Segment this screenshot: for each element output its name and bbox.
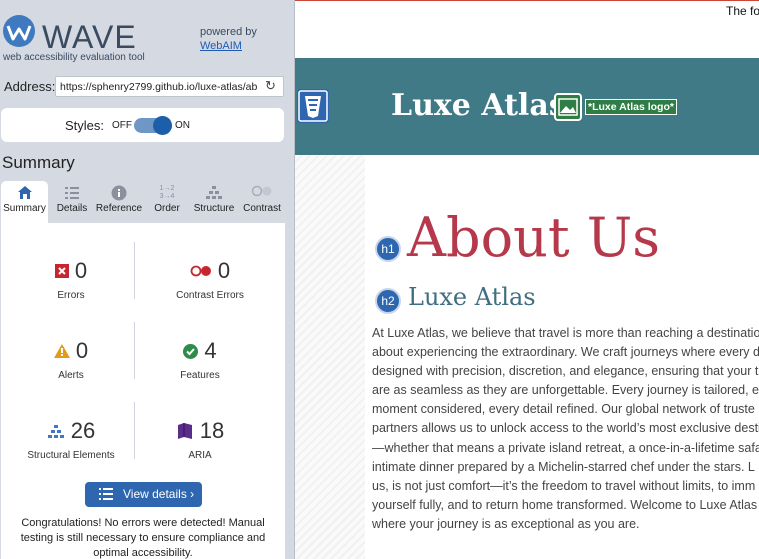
styles-on-label: ON <box>175 120 190 131</box>
alerts-label: Alerts <box>58 370 84 381</box>
paragraph-line: us, is not just comfort—it’s the freedom… <box>372 478 756 493</box>
wave-subtitle: web accessibility evaluation tool <box>3 52 145 63</box>
paragraph-line: yourself fully, and to return home trans… <box>372 497 758 512</box>
image-icon[interactable] <box>554 93 582 121</box>
home-icon <box>1 181 48 203</box>
contrast-errors-count: 0 <box>217 258 231 283</box>
tab-details[interactable]: Details <box>50 181 94 223</box>
structure-icon <box>190 181 238 203</box>
info-icon <box>95 181 143 203</box>
structure-icon <box>47 424 64 438</box>
structural-label: Structural Elements <box>27 450 115 461</box>
tab-reference[interactable]: Reference <box>95 181 143 223</box>
tab-label: Details <box>56 203 88 214</box>
address-row: Address: https://sphenry2799.github.io/l… <box>0 74 294 98</box>
errors-count: 0 <box>74 258 88 283</box>
features-count: 4 <box>204 338 217 363</box>
stat-alerts[interactable]: 0 Alerts <box>5 338 137 381</box>
tab-label: Structure <box>193 203 235 214</box>
stat-structural[interactable]: 26 Structural Elements <box>5 418 137 461</box>
refresh-icon[interactable]: ↻ <box>265 78 276 94</box>
powered-by-label: powered by <box>200 26 257 38</box>
powered-by: powered by WebAIM <box>200 25 257 53</box>
top-bar-text: The fo <box>726 4 759 18</box>
styles-label: Styles: <box>65 118 105 133</box>
paragraph-line: are as seamless as they are unforgettabl… <box>372 383 759 398</box>
structural-count: 26 <box>70 418 96 443</box>
feature-check-icon <box>183 343 199 359</box>
wave-logo-row: WAVE web accessibility evaluation tool p… <box>0 10 294 66</box>
paragraph-line: intimate dinner prepared by a Michelin-s… <box>372 459 755 474</box>
styles-off-label: OFF <box>112 120 132 131</box>
error-icon <box>54 264 69 278</box>
summary-panel: 0 Errors 0 Contrast Errors 0 Alerts 4 Fe… <box>1 223 285 559</box>
address-input[interactable]: https://sphenry2799.github.io/luxe-atlas… <box>55 76 284 97</box>
tab-label: Order <box>154 203 180 214</box>
site-header: Luxe Atlas *Luxe Atlas logo* <box>295 58 759 155</box>
alert-icon <box>53 344 70 358</box>
wave-logo-icon <box>3 15 35 47</box>
alerts-count: 0 <box>75 338 89 363</box>
paragraph-line: where your journey is as exceptional as … <box>372 516 640 531</box>
summary-heading: Summary <box>2 153 75 172</box>
address-label: Address: <box>4 79 56 94</box>
h2-badge-icon[interactable]: h2 <box>375 288 401 314</box>
toggle-knob[interactable] <box>153 116 172 135</box>
styles-toggle[interactable] <box>134 116 172 135</box>
stat-contrast-errors[interactable]: 0 Contrast Errors <box>135 258 285 301</box>
stat-features[interactable]: 4 Features <box>135 338 265 381</box>
paragraph-line: moment considered, every detail refined.… <box>372 402 755 417</box>
wave-sidebar: WAVE web accessibility evaluation tool p… <box>0 0 295 559</box>
paragraph-line: designed with precision, discretion, and… <box>372 364 759 379</box>
page-heading-h2: Luxe Atlas <box>408 283 536 311</box>
list-icon <box>50 181 94 203</box>
errors-label: Errors <box>57 290 85 301</box>
congrats-message: Congratulations! No errors were detected… <box>20 517 266 559</box>
h1-badge-icon[interactable]: h1 <box>375 236 401 262</box>
paragraph-line: —whether that means a private island ret… <box>372 440 759 455</box>
alt-text-tag: *Luxe Atlas logo* <box>585 99 677 115</box>
view-details-button[interactable]: View details › <box>85 482 202 507</box>
list-icon <box>99 488 113 500</box>
aria-label: ARIA <box>188 450 212 461</box>
stat-errors[interactable]: 0 Errors <box>5 258 137 301</box>
tab-contrast[interactable]: Contrast <box>239 181 285 223</box>
contrast-icon <box>239 181 285 203</box>
background-pattern <box>295 155 365 559</box>
tab-summary[interactable]: Summary <box>1 181 48 223</box>
panel-tabs: Summary Details Reference 1→2 3→4 Order S… <box>0 181 285 223</box>
tab-structure[interactable]: Structure <box>190 181 238 223</box>
contrast-errors-label: Contrast Errors <box>176 290 244 301</box>
styles-toggle-box: Styles: OFF ON <box>1 108 284 142</box>
top-bar: The fo <box>295 0 759 58</box>
webaim-link[interactable]: WebAIM <box>200 39 257 53</box>
order-icon: 1→2 3→4 <box>159 185 175 200</box>
wave-title: WAVE <box>42 19 137 55</box>
css-icon[interactable] <box>297 89 329 123</box>
paragraph-line: about experiencing the extraordinary. We… <box>372 345 759 360</box>
about-paragraph: At Luxe Atlas, we believe that travel is… <box>372 324 759 534</box>
aria-book-icon <box>177 423 192 439</box>
paragraph-line: partners allows us to unlock access to t… <box>372 421 759 436</box>
page-heading-h1: About Us <box>407 206 660 269</box>
tab-label: Contrast <box>243 203 281 214</box>
features-label: Features <box>180 370 220 381</box>
tab-order[interactable]: 1→2 3→4 Order <box>146 181 188 223</box>
tab-label: Reference <box>95 203 143 214</box>
evaluated-page: The fo Luxe Atlas *Luxe Atlas logo* h1 A… <box>295 0 759 559</box>
paragraph-line: At Luxe Atlas, we believe that travel is… <box>372 326 759 340</box>
site-brand[interactable]: Luxe Atlas <box>391 88 566 123</box>
tab-label: Summary <box>3 203 46 214</box>
view-details-label: View details › <box>123 487 195 501</box>
aria-count: 18 <box>199 418 225 443</box>
stat-aria[interactable]: 18 ARIA <box>135 418 265 461</box>
contrast-error-icon <box>190 265 211 277</box>
